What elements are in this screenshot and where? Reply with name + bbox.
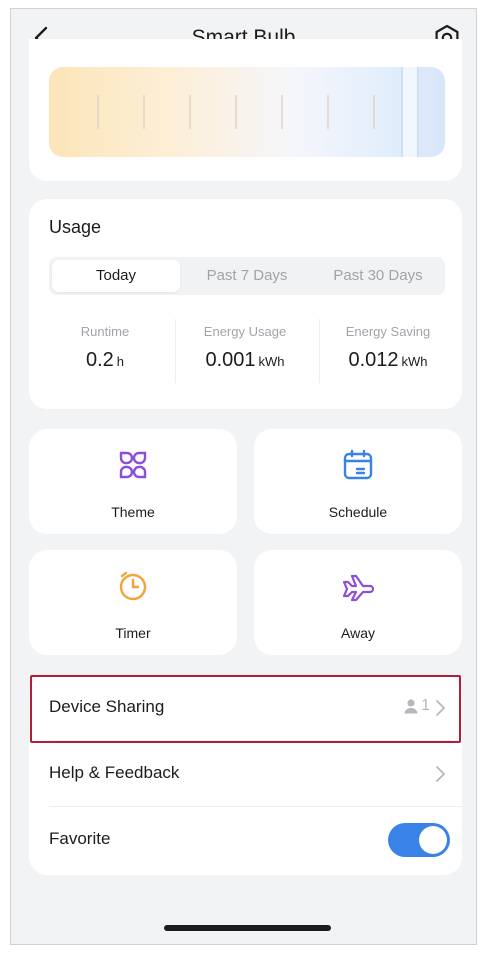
stat-unit: kWh	[258, 354, 285, 369]
slider-tick	[235, 95, 237, 129]
usage-title: Usage	[49, 217, 102, 237]
stat-value-row: 0.001 kWh	[179, 349, 311, 372]
favorite-toggle[interactable]	[388, 823, 450, 857]
theme-icon	[119, 451, 147, 479]
stat-energy-saving: Energy Saving 0.012 kWh	[322, 324, 454, 372]
phone-screen: Smart Bulb Usage Today Past 7 Days Past …	[10, 8, 477, 945]
stat-value: 0.001	[205, 349, 256, 371]
stat-energy-usage: Energy Usage 0.001 kWh	[179, 324, 311, 372]
stat-label: Energy Saving	[345, 324, 431, 339]
stat-runtime: Runtime 0.2 h	[39, 324, 171, 372]
device-sharing-highlight	[30, 675, 461, 743]
stat-value: 0.2	[85, 349, 114, 371]
slider-tick	[143, 95, 145, 129]
timer-tile[interactable]: Timer	[29, 550, 237, 655]
home-indicator	[164, 925, 331, 931]
divider	[175, 319, 176, 383]
calendar-icon	[343, 449, 373, 480]
divider	[319, 319, 320, 383]
slider-tick	[189, 95, 191, 129]
stat-label: Runtime	[80, 324, 130, 339]
theme-icon-wrap	[29, 447, 237, 483]
color-temperature-card	[29, 39, 462, 181]
airplane-icon	[342, 574, 375, 602]
stat-unit: h	[116, 354, 125, 369]
tile-label: Theme	[111, 504, 155, 520]
timer-icon-wrap	[29, 568, 237, 604]
tile-label: Schedule	[328, 504, 388, 520]
stat-unit: kWh	[401, 354, 428, 369]
tab-past-7-days[interactable]: Past 7 Days	[183, 260, 311, 292]
usage-period-selector: Today Past 7 Days Past 30 Days	[49, 257, 445, 295]
away-icon-wrap	[254, 568, 462, 604]
slider-tick	[97, 95, 99, 129]
color-temperature-slider[interactable]	[49, 67, 445, 157]
help-feedback-row[interactable]: Help & Feedback	[29, 741, 462, 807]
row-label: Favorite	[49, 829, 111, 848]
stat-value: 0.012	[348, 349, 399, 371]
usage-card: Usage Today Past 7 Days Past 30 Days Run…	[29, 199, 462, 409]
away-tile[interactable]: Away	[254, 550, 462, 655]
tab-today[interactable]: Today	[52, 260, 180, 292]
theme-tile[interactable]: Theme	[29, 429, 237, 534]
stat-value-row: 0.012 kWh	[322, 349, 454, 372]
tile-label: Timer	[115, 625, 151, 641]
row-label: Help & Feedback	[49, 763, 180, 782]
slider-tick	[327, 95, 329, 129]
stat-label: Energy Usage	[203, 324, 287, 339]
favorite-row: Favorite	[29, 807, 462, 873]
slider-tick	[281, 95, 283, 129]
tab-past-30-days[interactable]: Past 30 Days	[314, 260, 442, 292]
toggle-knob	[419, 826, 447, 854]
chevron-right-icon	[436, 766, 445, 782]
tile-label: Away	[341, 625, 375, 641]
slider-thumb[interactable]	[401, 67, 419, 157]
schedule-tile[interactable]: Schedule	[254, 429, 462, 534]
stat-value-row: 0.2 h	[39, 349, 171, 372]
schedule-icon-wrap	[254, 447, 462, 483]
clock-icon	[119, 571, 147, 601]
slider-tick	[373, 95, 375, 129]
